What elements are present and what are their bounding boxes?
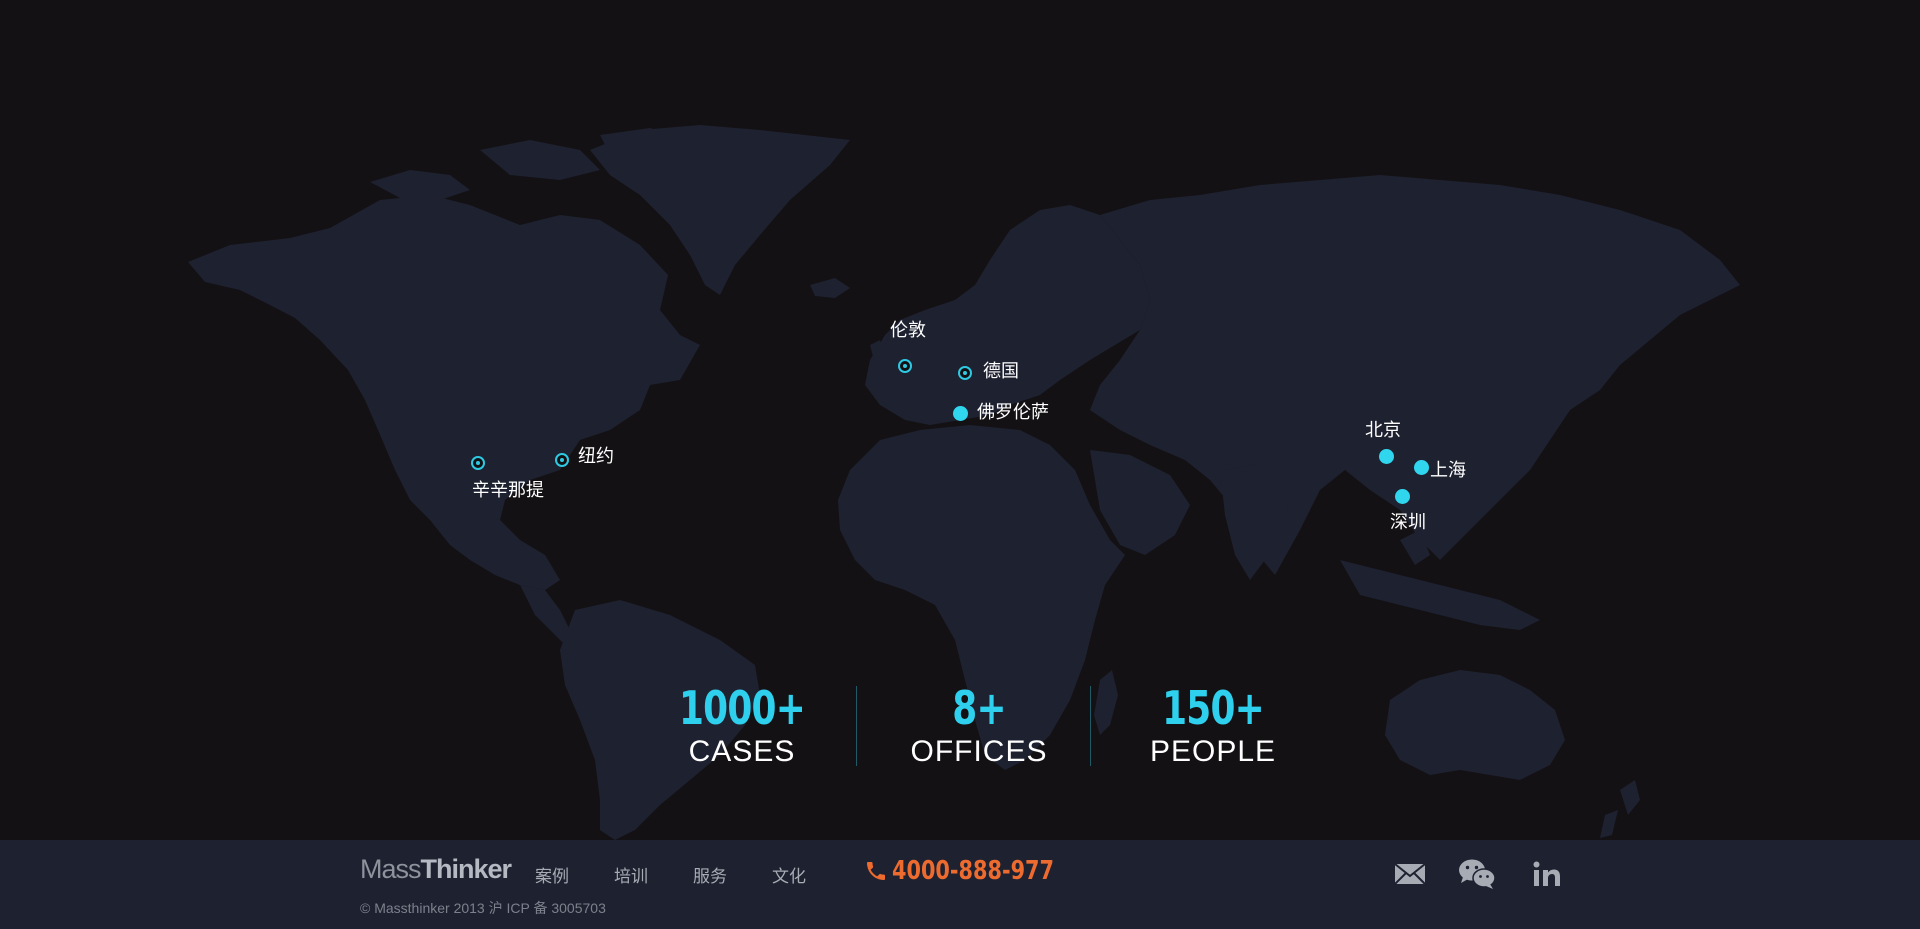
world-map-section: 伦敦 德国 佛罗伦萨 辛辛那提 纽约 北京 上海 深圳 1000+ CASES … (0, 0, 1920, 840)
germany-marker[interactable] (958, 366, 972, 380)
logo-text-light: Mass (360, 854, 422, 884)
new-york-label: 纽约 (578, 446, 614, 467)
stat-cases-value: 1000+ (678, 681, 806, 735)
stat-divider (856, 686, 857, 766)
london-label: 伦敦 (890, 320, 926, 341)
wechat-button[interactable] (1457, 854, 1497, 894)
london-marker[interactable] (898, 359, 912, 373)
nav-item-cases[interactable]: 案例 (535, 862, 569, 887)
shenzhen-marker[interactable] (1395, 489, 1410, 504)
stat-offices-label: OFFICES (910, 735, 1048, 768)
shenzhen-label: 深圳 (1390, 512, 1426, 533)
phone-number: 4000-888-977 (892, 856, 1054, 886)
stat-people-label: PEOPLE (1149, 735, 1277, 768)
linkedin-button[interactable] (1527, 854, 1567, 894)
phone-icon (867, 862, 885, 880)
wechat-icon (1459, 859, 1496, 889)
shanghai-label: 上海 (1430, 460, 1466, 481)
north-america-landmass (188, 195, 700, 590)
nav-item-services[interactable]: 服务 (693, 862, 727, 887)
shanghai-marker[interactable] (1414, 460, 1429, 475)
cincinnati-label: 辛辛那提 (472, 480, 544, 501)
massthinker-logo[interactable]: MassThinker (360, 854, 513, 885)
new-york-marker[interactable] (555, 453, 569, 467)
mail-button[interactable] (1390, 854, 1430, 894)
stat-cases: 1000+ CASES (642, 680, 842, 770)
linkedin-icon (1533, 861, 1560, 886)
stat-offices-value: 8+ (952, 681, 1006, 735)
nav-item-training[interactable]: 培训 (614, 862, 648, 887)
florence-label: 佛罗伦萨 (977, 402, 1049, 423)
cincinnati-marker[interactable] (471, 456, 485, 470)
new-zealand-landmass (1600, 780, 1640, 838)
germany-label: 德国 (983, 361, 1019, 382)
stat-divider (1090, 686, 1091, 766)
footer: MassThinker 案例 培训 服务 文化 4000-888-977 © M… (0, 840, 1920, 929)
iceland-landmass (810, 278, 850, 298)
stat-cases-label: CASES (688, 735, 796, 768)
stat-people-value: 150+ (1162, 681, 1265, 735)
stat-offices: 8+ OFFICES (879, 680, 1079, 770)
phone-link[interactable]: 4000-888-977 (864, 856, 1095, 886)
stat-people: 150+ PEOPLE (1113, 680, 1313, 770)
beijing-marker[interactable] (1379, 449, 1394, 464)
australia-landmass (1385, 670, 1565, 780)
florence-marker[interactable] (953, 406, 968, 421)
copyright-text: © Massthinker 2013 沪 ICP 备 3005703 (360, 900, 606, 916)
nav-item-culture[interactable]: 文化 (772, 862, 806, 887)
beijing-label: 北京 (1365, 420, 1401, 441)
mail-icon (1394, 863, 1426, 885)
logo-text-bold: Thinker (420, 854, 513, 884)
